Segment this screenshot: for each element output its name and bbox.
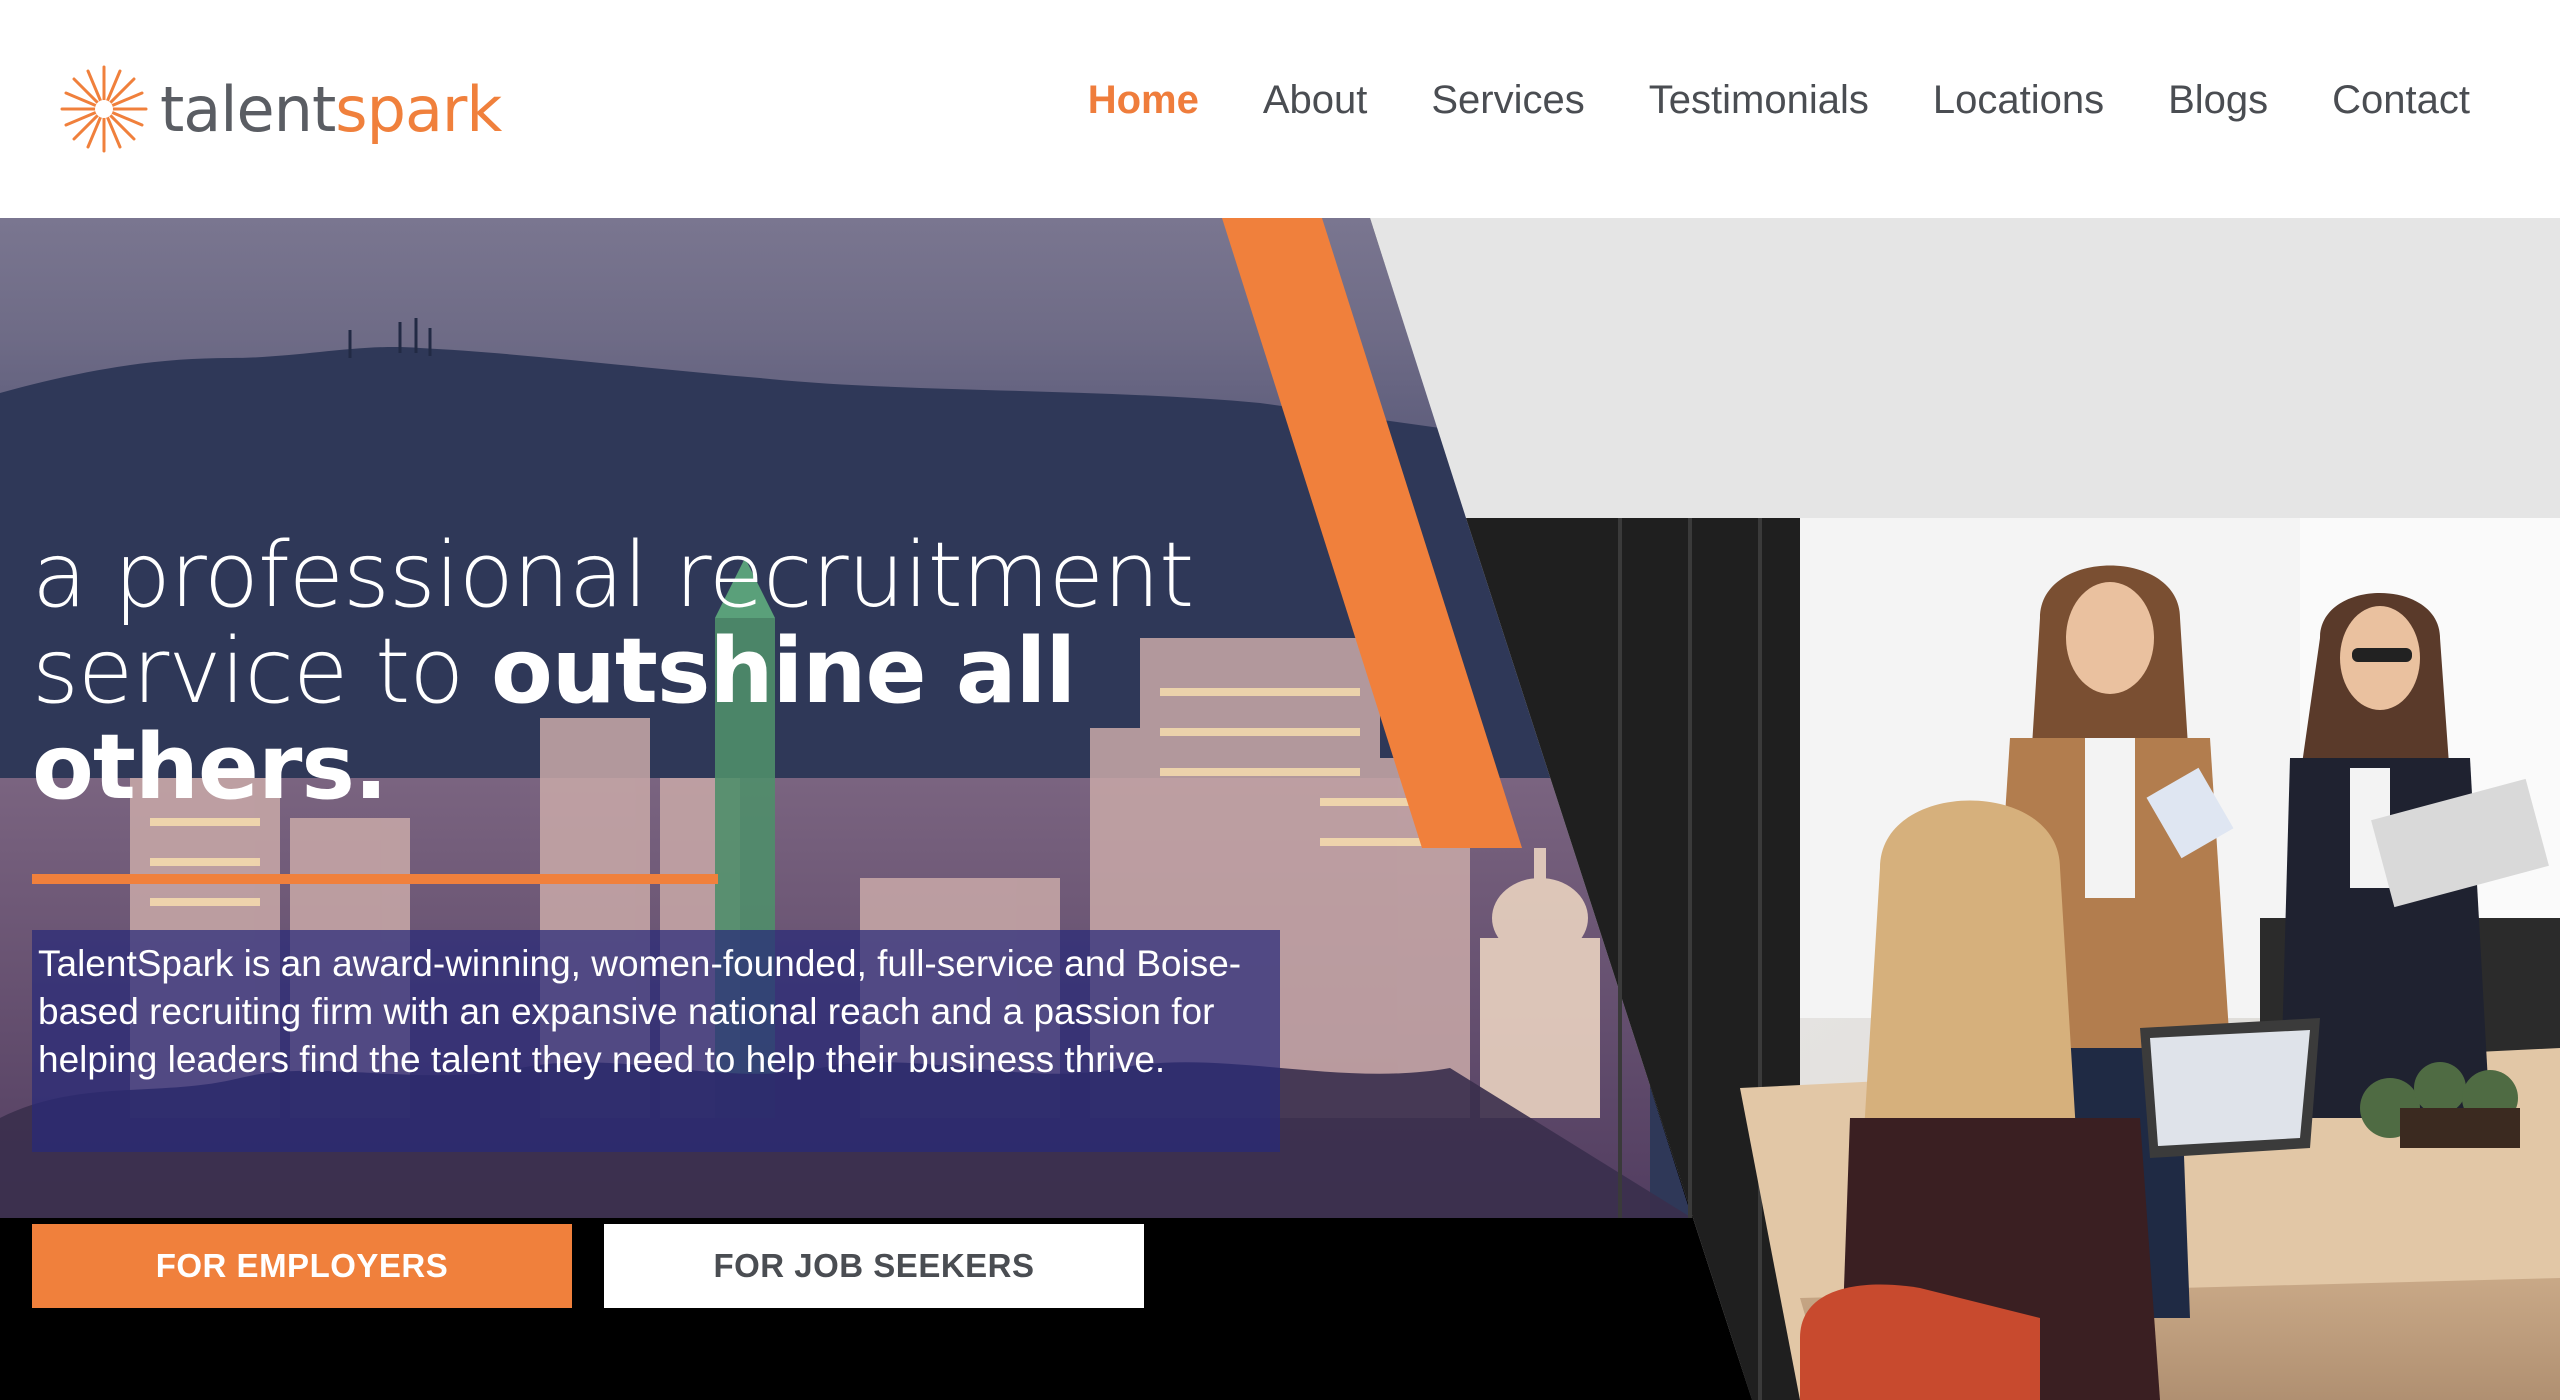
logo-wordmark: talentspark bbox=[160, 72, 502, 146]
headline-line-3-bold: others. bbox=[32, 715, 388, 820]
starburst-icon bbox=[60, 65, 148, 153]
description-box: TalentSpark is an award-winning, women-f… bbox=[32, 930, 1280, 1152]
nav-contact[interactable]: Contact bbox=[2332, 78, 2470, 123]
hero-section: a professional recruitment service to out… bbox=[0, 218, 2560, 1400]
nav-services[interactable]: Services bbox=[1431, 78, 1584, 123]
logo[interactable]: talentspark bbox=[58, 60, 502, 158]
logo-text-spark: spark bbox=[335, 72, 502, 146]
nav-blogs[interactable]: Blogs bbox=[2168, 78, 2268, 123]
headline-line-2-bold: outshine all bbox=[490, 619, 1076, 724]
headline-line-2-light: service to bbox=[32, 619, 491, 724]
site-header: talentspark Home About Services Testimon… bbox=[0, 0, 2560, 218]
hero-description: TalentSpark is an award-winning, women-f… bbox=[38, 943, 1242, 1080]
for-employers-button[interactable]: FOR EMPLOYERS bbox=[32, 1224, 572, 1308]
nav-home[interactable]: Home bbox=[1088, 78, 1199, 123]
logo-text-talent: talent bbox=[160, 72, 336, 146]
main-nav: Home About Services Testimonials Locatio… bbox=[1024, 78, 2470, 123]
gray-band bbox=[1370, 218, 2560, 518]
headline-underline bbox=[32, 874, 718, 884]
for-job-seekers-button[interactable]: FOR JOB SEEKERS bbox=[604, 1224, 1144, 1308]
nav-about[interactable]: About bbox=[1263, 78, 1368, 123]
nav-locations[interactable]: Locations bbox=[1933, 78, 2104, 123]
headline-line-1: a professional recruitment bbox=[32, 523, 1194, 628]
nav-testimonials[interactable]: Testimonials bbox=[1649, 78, 1869, 123]
hero-headline: a professional recruitment service to out… bbox=[32, 528, 1332, 816]
